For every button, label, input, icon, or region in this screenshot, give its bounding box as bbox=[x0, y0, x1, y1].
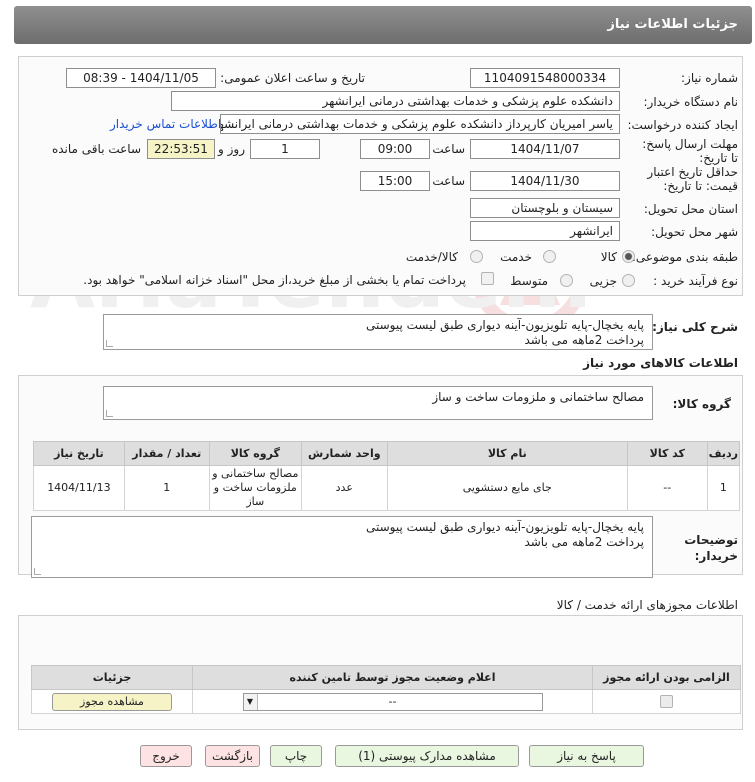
cell-date: 1404/11/13 bbox=[33, 465, 125, 511]
chevron-down-icon: ▼ bbox=[243, 693, 258, 710]
remaining-label: ساعت باقی مانده bbox=[51, 142, 141, 156]
treasury-note: پرداخت تمام یا بخشی از مبلغ خرید،از محل … bbox=[83, 273, 466, 287]
category-radio-goods[interactable] bbox=[622, 250, 635, 263]
validity-label: حداقل تاریخ اعتبار قیمت: تا تاریخ: bbox=[647, 165, 738, 193]
process-option-medium: متوسط bbox=[510, 274, 548, 288]
announce-field: 1404/11/05 - 08:39 bbox=[66, 68, 216, 88]
page-title: جزئیات اطلاعات نیاز bbox=[607, 17, 738, 32]
table-row: 1 -- جای مایع دستشویی عدد مصالح ساختمانی… bbox=[33, 465, 741, 511]
required-checkbox bbox=[660, 695, 673, 708]
creator-label: ایجاد کننده درخواست: bbox=[627, 118, 738, 132]
buyer-org-field: دانشکده علوم پزشکی و خدمات بهداشتی درمان… bbox=[171, 91, 620, 111]
cell-unit: عدد bbox=[300, 465, 388, 511]
buyer-org-label: نام دستگاه خریدار: bbox=[643, 95, 739, 109]
col-unit: واحد شمارش bbox=[300, 441, 388, 466]
description-textarea[interactable]: پایه یخچال-پایه تلویزیون-آینه دیواری طبق… bbox=[103, 314, 653, 350]
process-option-minor: جزیی bbox=[589, 274, 617, 288]
goods-group-field: مصالح ساختمانی و ملزومات ساخت و ساز bbox=[103, 386, 653, 420]
province-label: استان محل تحویل: bbox=[643, 202, 738, 216]
process-radio-medium[interactable] bbox=[560, 274, 573, 287]
category-radio-both[interactable] bbox=[470, 250, 483, 263]
buyer-notes-textarea[interactable]: پایه یخچال-پایه تلویزیون-آینه دیواری طبق… bbox=[31, 516, 653, 578]
license-status-select[interactable]: -- ▼ bbox=[242, 692, 543, 711]
col-name: نام کالا bbox=[386, 441, 628, 466]
city-label: شهر محل تحویل: bbox=[651, 225, 738, 239]
cell-status: -- ▼ bbox=[192, 689, 593, 714]
view-license-button[interactable]: مشاهده مجوز bbox=[52, 692, 172, 711]
remaining-time-field: 22:53:51 bbox=[147, 139, 215, 159]
validity-time-field: 15:00 bbox=[360, 171, 430, 191]
cell-qty: 1 bbox=[123, 465, 210, 511]
province-field: سیستان و بلوچستان bbox=[470, 198, 620, 218]
category-option-goods: کالا bbox=[600, 250, 617, 264]
table-row: -- ▼ مشاهده مجوز bbox=[31, 689, 741, 714]
buyer-notes-label: توضیحات خریدار: bbox=[684, 533, 738, 563]
col-group: گروه کالا bbox=[208, 441, 302, 466]
deadline-time-label: ساعت bbox=[432, 142, 465, 156]
validity-time-label: ساعت bbox=[432, 174, 465, 188]
licenses-table-header: الزامی بودن ارائه مجوز اعلام وضعیت مجوز … bbox=[31, 665, 741, 690]
treasury-checkbox[interactable] bbox=[481, 272, 494, 285]
goods-table-header: ردیف کد کالا نام کالا واحد شمارش گروه کا… bbox=[33, 441, 741, 466]
process-label: نوع فرآیند خرید : bbox=[653, 274, 738, 288]
cell-code: -- bbox=[626, 465, 708, 511]
category-label: طبقه بندی موضوعی: bbox=[631, 250, 738, 264]
col-details: جزئیات bbox=[31, 665, 193, 690]
deadline-label: مهلت ارسال پاسخ: تا تاریخ: bbox=[642, 137, 738, 165]
licenses-section-title: اطلاعات مجوزهای ارائه خدمت / کالا bbox=[556, 598, 738, 612]
attachments-button[interactable]: مشاهده مدارک پیوستی (1) bbox=[335, 745, 519, 767]
col-required: الزامی بودن ارائه مجوز bbox=[592, 665, 741, 690]
cell-group: مصالح ساختمانی و ملزومات ساخت و ساز bbox=[208, 465, 302, 511]
category-option-service: خدمت bbox=[500, 250, 532, 264]
days-label: روز و bbox=[218, 142, 245, 156]
goods-table: ردیف کد کالا نام کالا واحد شمارش گروه کا… bbox=[33, 441, 741, 511]
cell-row: 1 bbox=[706, 465, 741, 511]
cell-name: جای مایع دستشویی bbox=[386, 465, 628, 511]
exit-button[interactable]: خروج bbox=[140, 745, 192, 767]
validity-date-field: 1404/11/30 bbox=[470, 171, 620, 191]
need-number-field: 1104091548000334 bbox=[470, 68, 620, 88]
category-radio-service[interactable] bbox=[543, 250, 556, 263]
col-date: تاریخ نیاز bbox=[33, 441, 125, 466]
city-field: ایرانشهر bbox=[470, 221, 620, 241]
buyer-contact-link[interactable]: اطلاعات تماس خریدار bbox=[110, 117, 221, 131]
col-row: ردیف bbox=[706, 441, 741, 466]
deadline-date-field: 1404/11/07 bbox=[470, 139, 620, 159]
page-header: جزئیات اطلاعات نیاز bbox=[14, 6, 752, 44]
goods-section-title: اطلاعات کالاهای مورد نیاز bbox=[583, 356, 738, 370]
deadline-time-field: 09:00 bbox=[360, 139, 430, 159]
goods-group-label: گروه کالا: bbox=[672, 397, 731, 411]
creator-field: یاسر امیریان کارپرداز دانشکده علوم پزشکی… bbox=[220, 114, 620, 134]
description-label: شرح کلی نیاز: bbox=[652, 320, 738, 334]
col-code: کد کالا bbox=[626, 441, 708, 466]
need-number-label: شماره نیاز: bbox=[681, 71, 738, 85]
back-button[interactable]: بازگشت bbox=[205, 745, 260, 767]
license-status-value: -- bbox=[388, 694, 397, 708]
reply-button[interactable]: پاسخ به نیاز bbox=[529, 745, 644, 767]
announce-label: تاریخ و ساعت اعلان عمومی: bbox=[220, 71, 365, 85]
cell-required bbox=[592, 689, 741, 714]
days-field: 1 bbox=[250, 139, 320, 159]
category-option-both: کالا/خدمت bbox=[405, 250, 458, 264]
licenses-table: الزامی بودن ارائه مجوز اعلام وضعیت مجوز … bbox=[31, 665, 741, 714]
col-status: اعلام وضعیت مجوز توسط تامین کننده bbox=[192, 665, 593, 690]
print-button[interactable]: چاپ bbox=[270, 745, 322, 767]
process-radio-minor[interactable] bbox=[622, 274, 635, 287]
cell-details: مشاهده مجوز bbox=[31, 689, 193, 714]
col-qty: تعداد / مقدار bbox=[123, 441, 210, 466]
